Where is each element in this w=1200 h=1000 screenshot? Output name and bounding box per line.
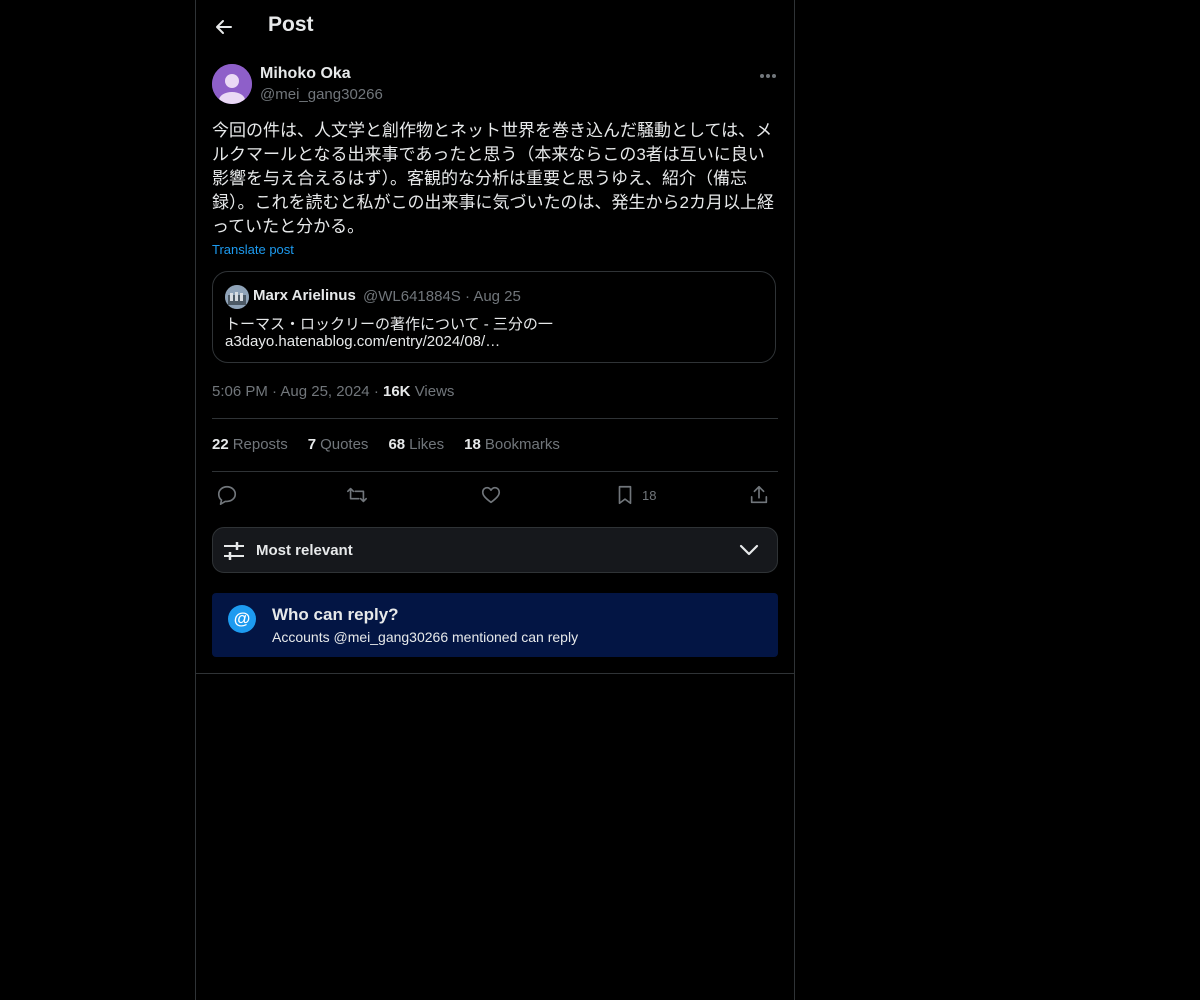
- author-handle[interactable]: @mei_gang30266: [260, 86, 383, 103]
- at-sign-icon: @: [228, 605, 256, 633]
- share-icon: [750, 485, 768, 504]
- reply-restriction-title: Who can reply?: [272, 605, 399, 624]
- bookmarks-stat[interactable]: 18 Bookmarks: [464, 436, 560, 453]
- page-title: Post: [268, 13, 314, 36]
- bookmarks-label: Bookmarks: [484, 436, 560, 453]
- quote-author-handle: @WL641884S: [363, 288, 461, 305]
- sliders-icon: [224, 542, 244, 560]
- divider: [212, 471, 778, 472]
- reply-icon: [217, 485, 237, 505]
- quote-avatar-image-icon: [225, 285, 249, 309]
- quotes-count: 7: [307, 436, 317, 453]
- quote-text-link: a3dayo.hatenablog.com/entry/2024/08/…: [225, 333, 501, 350]
- reply-restriction-subtitle: Accounts @mei_gang30266 mentioned can re…: [272, 629, 579, 645]
- quotes-label: Quotes: [320, 436, 369, 453]
- more-dots-icon: [760, 74, 776, 78]
- post-time[interactable]: 5:06 PM: [212, 383, 268, 400]
- share-button[interactable]: [748, 480, 770, 510]
- repost-icon: [347, 487, 367, 503]
- more-options-button[interactable]: [754, 64, 782, 88]
- bookmark-count: 18: [642, 487, 657, 503]
- bookmark-button[interactable]: 18: [614, 480, 656, 510]
- likes-label: Likes: [409, 436, 445, 453]
- quote-meta: @WL641884S · Aug 25: [363, 288, 521, 305]
- header: Post: [196, 0, 794, 54]
- quote-avatar: [225, 285, 249, 309]
- quote-text-title: トーマス・ロックリーの著作について - 三分の一: [225, 316, 553, 333]
- bookmark-icon: [618, 485, 632, 505]
- likes-stat[interactable]: 68 Likes: [388, 436, 444, 453]
- post-date[interactable]: Aug 25, 2024: [280, 383, 369, 400]
- reposts-stat[interactable]: 22 Reposts: [212, 436, 288, 453]
- likes-count: 68: [388, 436, 406, 453]
- reply-sort-dropdown[interactable]: Most relevant: [212, 527, 778, 573]
- quotes-stat[interactable]: 7 Quotes: [308, 436, 369, 453]
- avatar-person-icon: [212, 64, 252, 104]
- chevron-down-icon: [739, 544, 759, 556]
- engagement-stats: 22 Reposts 7 Quotes 68 Likes 18 Bookmarks: [212, 436, 560, 453]
- quote-author-name: Marx Arielinus: [253, 287, 356, 304]
- views-count: 16K: [382, 383, 411, 400]
- translate-post-link[interactable]: Translate post: [212, 242, 294, 257]
- quoted-post[interactable]: Marx Arielinus @WL641884S · Aug 25 トーマス・…: [212, 271, 776, 363]
- quote-date: Aug 25: [473, 288, 521, 305]
- heart-icon: [481, 486, 501, 504]
- views-label: Views: [414, 383, 455, 400]
- repost-button[interactable]: [346, 480, 368, 510]
- post-column: Post Mihoko Oka @mei_gang30266 今回の件は、人文学…: [195, 0, 795, 1000]
- bookmarks-count: 18: [464, 436, 481, 453]
- author-name[interactable]: Mihoko Oka: [260, 65, 351, 83]
- divider: [196, 673, 794, 674]
- post-timestamp-row: 5:06 PM · Aug 25, 2024 · 16K Views: [212, 383, 455, 400]
- arrow-left-icon: [216, 20, 232, 34]
- action-bar: 18: [212, 480, 778, 510]
- reposts-count: 22: [212, 436, 229, 453]
- author-avatar[interactable]: [212, 64, 252, 104]
- reply-button[interactable]: [216, 480, 238, 510]
- divider: [212, 418, 778, 419]
- post-text: 今回の件は、人文学と創作物とネット世界を巻き込んだ騒動としては、メルクマールとな…: [212, 121, 774, 236]
- reposts-label: Reposts: [232, 436, 288, 453]
- reply-restriction-notice: @ Who can reply? Accounts @mei_gang30266…: [212, 593, 778, 657]
- back-button[interactable]: [208, 11, 240, 43]
- like-button[interactable]: [480, 480, 502, 510]
- sort-label: Most relevant: [256, 542, 353, 559]
